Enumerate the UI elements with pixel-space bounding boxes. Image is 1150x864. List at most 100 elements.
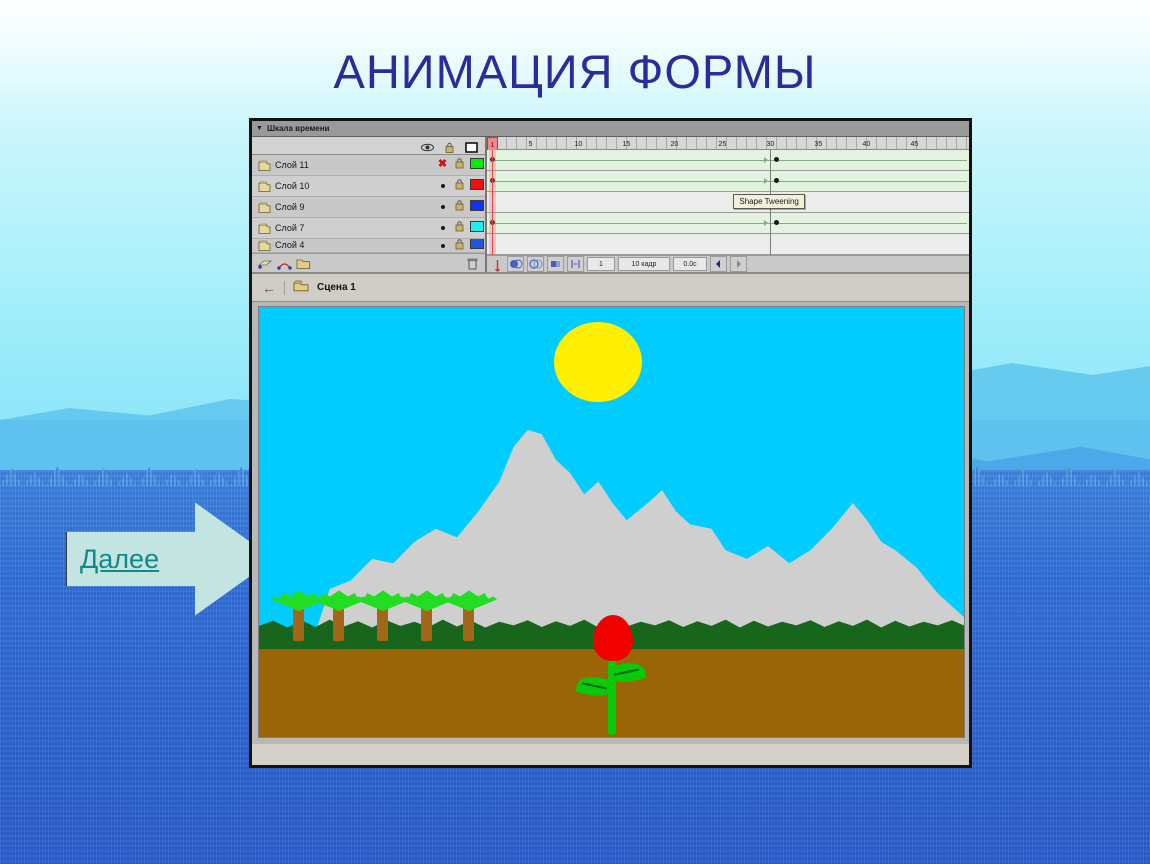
ruler-tick: 20 xyxy=(670,141,679,148)
scene-bar: ← Сцена 1 xyxy=(252,272,969,302)
ruler-tick: 15 xyxy=(622,141,631,148)
next-scene-icon[interactable] xyxy=(730,256,747,272)
frame-row[interactable] xyxy=(487,234,969,255)
tween-line xyxy=(495,160,967,161)
layers-column: Слой 11 ✖ Слой 10 Слой 9 Слой 7 Слой 4 xyxy=(252,137,487,272)
layer-row[interactable]: Слой 9 xyxy=(252,196,485,218)
flash-window: ▼ Шкала времени Слой 11✖ Слой 10 Слой 9 xyxy=(249,118,972,768)
chevron-down-icon[interactable]: ▼ xyxy=(256,125,263,132)
frame-row[interactable] xyxy=(487,192,969,213)
stage[interactable] xyxy=(258,306,965,738)
layer-name-label[interactable]: Слой 4 xyxy=(275,240,434,250)
tween-arrow xyxy=(764,157,769,163)
frame-grid[interactable]: Shape Tweening xyxy=(487,150,969,255)
ruler-tick: 30 xyxy=(766,141,775,148)
add-motion-guide-icon[interactable] xyxy=(277,257,292,270)
layer-lock-toggle[interactable] xyxy=(451,220,468,235)
keyframe-marker[interactable] xyxy=(774,178,780,183)
layer-icon xyxy=(258,201,271,213)
layer-icon xyxy=(258,239,271,251)
prev-scene-icon[interactable] xyxy=(710,256,727,272)
layer-outline-color[interactable] xyxy=(468,157,485,172)
timeline-body: Слой 11 ✖ Слой 10 Слой 9 Слой 7 Слой 4 1… xyxy=(252,137,969,272)
layer-name-label[interactable]: Слой 9 xyxy=(275,202,434,212)
playhead-line xyxy=(492,150,493,255)
current-frame-field[interactable]: 1 xyxy=(587,257,615,271)
flower-shape xyxy=(575,615,647,735)
scene-name-label[interactable]: Сцена 1 xyxy=(317,282,356,293)
keyframe-marker[interactable] xyxy=(774,157,780,162)
layer-visibility-toggle[interactable] xyxy=(434,180,451,191)
back-arrow-icon[interactable]: ← xyxy=(262,280,276,296)
tween-arrow xyxy=(764,220,769,226)
layer-outline-color[interactable] xyxy=(468,178,485,193)
layer-list: Слой 11 ✖ Слой 10 Слой 9 Слой 7 Слой 4 xyxy=(252,154,485,253)
onion-skin-icon[interactable] xyxy=(507,256,524,272)
palm-fronds xyxy=(441,590,497,611)
layer-row[interactable]: Слой 4 xyxy=(252,238,485,253)
layer-name-label[interactable]: Слой 7 xyxy=(275,223,434,233)
layer-lock-toggle[interactable] xyxy=(451,199,468,214)
eye-icon[interactable] xyxy=(421,140,434,151)
ruler-tick: 25 xyxy=(718,141,727,148)
tween-arrow xyxy=(764,178,769,184)
flower-bud xyxy=(593,615,633,661)
layer-row[interactable]: Слой 11 ✖ xyxy=(252,154,485,176)
layer-visibility-toggle[interactable] xyxy=(434,240,451,251)
lock-icon[interactable] xyxy=(443,140,456,153)
layer-icon xyxy=(258,159,271,171)
layer-outline-color[interactable] xyxy=(468,199,485,214)
frames-column: 1 5 10 15 20 25 30 35 40 45 Shape Tweening xyxy=(487,137,969,272)
layer-visibility-toggle[interactable] xyxy=(434,222,451,233)
layer-lock-toggle[interactable] xyxy=(451,238,468,252)
page-title: АНИМАЦИЯ ФОРМЫ xyxy=(333,45,817,98)
frame-row[interactable] xyxy=(487,150,969,171)
slide-canvas: АНИМАЦИЯ ФОРМЫ Далее ▼ Шкала времени Сло… xyxy=(0,0,1150,864)
ruler-tick: 10 xyxy=(574,141,583,148)
layer-name-label[interactable]: Слой 10 xyxy=(275,181,434,191)
keyframe-marker[interactable] xyxy=(774,220,780,225)
ruler-tick: 45 xyxy=(910,141,919,148)
timeline-panel-label: Шкала времени xyxy=(266,124,330,133)
elapsed-time-field[interactable]: 0.0c xyxy=(673,257,707,271)
layer-lock-toggle[interactable] xyxy=(451,178,468,193)
next-slide-arrow[interactable]: Далее xyxy=(66,500,274,618)
layers-footer xyxy=(252,252,485,272)
edit-multiple-frames-icon[interactable] xyxy=(547,256,564,272)
stage-container xyxy=(252,302,969,744)
timeline-footer: 1 10 кадр 0.0c xyxy=(487,255,969,272)
frame-rate-field[interactable]: 10 кадр xyxy=(618,257,670,271)
onion-skin-outline-icon[interactable] xyxy=(527,256,544,272)
ruler-tick: 5 xyxy=(528,141,533,148)
shape-tween-tooltip: Shape Tweening xyxy=(733,194,805,209)
tween-line xyxy=(495,181,967,182)
ruler-tick: 40 xyxy=(862,141,871,148)
layer-visibility-toggle[interactable] xyxy=(434,201,451,212)
tween-line xyxy=(495,223,967,224)
frame-row[interactable] xyxy=(487,171,969,192)
sun-shape xyxy=(554,322,642,402)
layer-icon xyxy=(258,222,271,234)
frame-row[interactable] xyxy=(487,213,969,234)
layer-row[interactable]: Слой 7 xyxy=(252,217,485,239)
layers-header xyxy=(252,137,485,155)
next-link-label[interactable]: Далее xyxy=(80,544,159,575)
layer-outline-color[interactable] xyxy=(468,220,485,235)
add-folder-icon[interactable] xyxy=(296,257,311,270)
layer-name-label[interactable]: Слой 11 xyxy=(275,160,434,170)
layer-row[interactable]: Слой 10 xyxy=(252,175,485,197)
layer-visibility-toggle[interactable]: ✖ xyxy=(434,159,451,170)
scene-icon xyxy=(293,279,309,297)
modify-onion-markers-icon[interactable] xyxy=(567,256,584,272)
ruler-tick: 35 xyxy=(814,141,823,148)
layer-icon xyxy=(258,180,271,192)
add-layer-icon[interactable] xyxy=(257,257,273,270)
timeline-ruler[interactable]: 1 5 10 15 20 25 30 35 40 45 xyxy=(487,137,969,155)
center-frame-icon[interactable] xyxy=(491,259,504,272)
delete-layer-icon[interactable] xyxy=(466,257,479,270)
scene-bar-divider xyxy=(284,280,285,295)
timeline-panel-title[interactable]: ▼ Шкала времени xyxy=(252,121,969,137)
outline-square-icon[interactable] xyxy=(465,140,478,153)
layer-outline-color[interactable] xyxy=(468,238,485,252)
layer-lock-toggle[interactable] xyxy=(451,157,468,172)
